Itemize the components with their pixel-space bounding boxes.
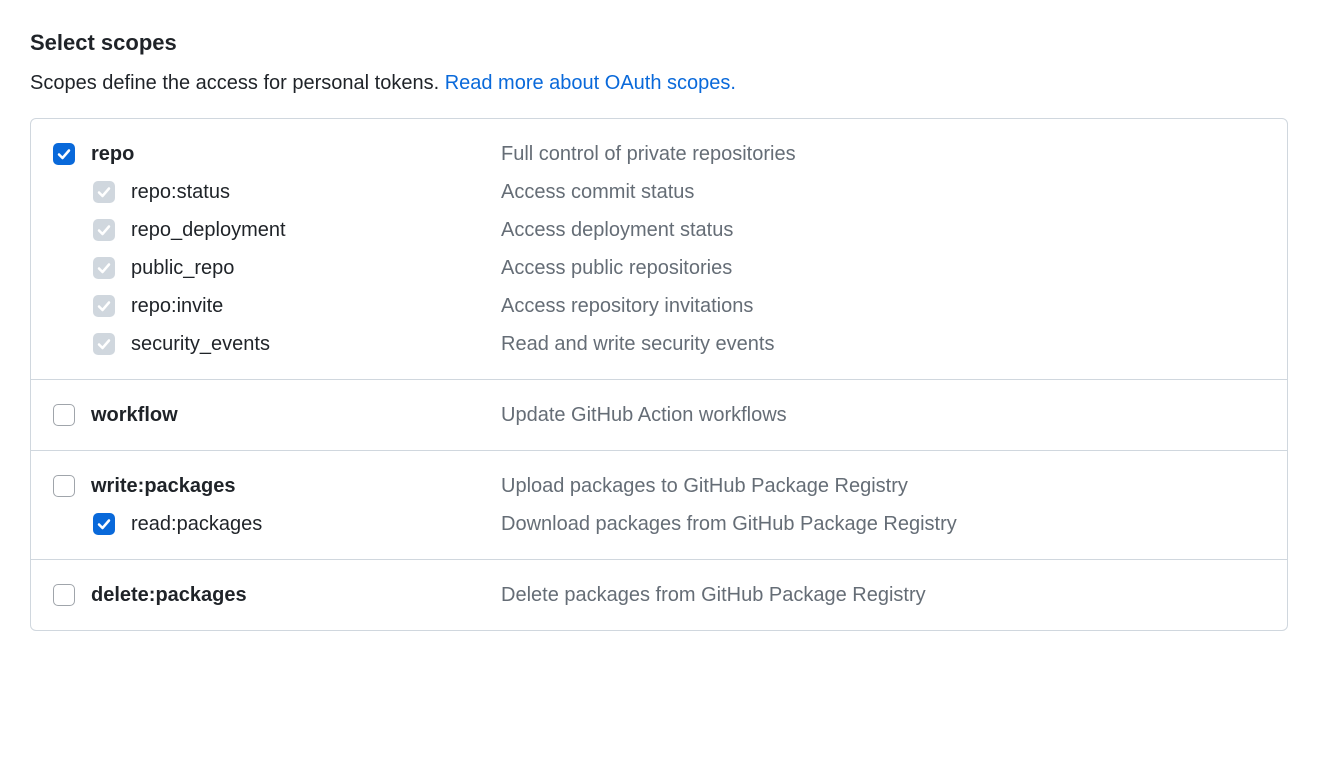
- scope-description: Access public repositories: [501, 257, 732, 280]
- scope-label-col: delete:packages: [91, 584, 501, 607]
- scope-row: read:packages Download packages from GitH…: [51, 505, 1267, 543]
- scope-label: repo:invite: [131, 295, 223, 317]
- scope-description: Read and write security events: [501, 333, 774, 356]
- checkbox-wrap: [91, 331, 117, 357]
- description-text: Scopes define the access for personal to…: [30, 72, 445, 94]
- scope-label-col: workflow: [91, 404, 501, 427]
- scope-description: Update GitHub Action workflows: [501, 404, 787, 427]
- scope-label: workflow: [91, 404, 178, 426]
- checkbox-wrap: [51, 473, 77, 499]
- scope-label-col: read:packages: [131, 513, 501, 536]
- checkbox-wrap: [91, 511, 117, 537]
- scope-label-col: write:packages: [91, 475, 501, 498]
- scope-label-col: repo_deployment: [131, 219, 501, 242]
- checkbox-repo-0: [93, 181, 115, 203]
- scope-label: public_repo: [131, 257, 234, 279]
- oauth-scopes-link[interactable]: Read more about OAuth scopes.: [445, 72, 736, 94]
- scope-label: repo_deployment: [131, 219, 286, 241]
- scope-row: repo Full control of private repositories: [51, 135, 1267, 173]
- scope-row: workflow Update GitHub Action workflows: [51, 396, 1267, 434]
- scope-description: Delete packages from GitHub Package Regi…: [501, 584, 926, 607]
- scope-label: security_events: [131, 333, 270, 355]
- checkbox-wrap: [51, 582, 77, 608]
- checkbox-workflow[interactable]: [53, 404, 75, 426]
- scope-container: repo Full control of private repositories…: [30, 118, 1288, 631]
- scope-label-col: repo:invite: [131, 295, 501, 318]
- scope-description: Access commit status: [501, 181, 694, 204]
- scope-label: read:packages: [131, 513, 262, 535]
- checkbox-write-packages-0[interactable]: [93, 513, 115, 535]
- scope-label-col: security_events: [131, 333, 501, 356]
- scope-description: Access repository invitations: [501, 295, 753, 318]
- scope-label-col: repo:status: [131, 181, 501, 204]
- scope-row: repo_deployment Access deployment status: [51, 211, 1267, 249]
- checkbox-repo-1: [93, 219, 115, 241]
- scope-row: security_events Read and write security e…: [51, 325, 1267, 363]
- checkbox-wrap: [91, 179, 117, 205]
- checkbox-repo-3: [93, 295, 115, 317]
- checkbox-repo-2: [93, 257, 115, 279]
- scope-label-col: repo: [91, 143, 501, 166]
- scope-row: write:packages Upload packages to GitHub …: [51, 467, 1267, 505]
- checkbox-wrap: [51, 141, 77, 167]
- scope-label: repo:status: [131, 181, 230, 203]
- scope-description: Access deployment status: [501, 219, 733, 242]
- checkbox-repo-4: [93, 333, 115, 355]
- scope-row: delete:packages Delete packages from GitH…: [51, 576, 1267, 614]
- scope-row: repo:invite Access repository invitations: [51, 287, 1267, 325]
- scope-label: delete:packages: [91, 584, 247, 606]
- section-description: Scopes define the access for personal to…: [30, 68, 1288, 98]
- scope-group-workflow: workflow Update GitHub Action workflows: [31, 380, 1287, 451]
- scope-description: Download packages from GitHub Package Re…: [501, 513, 957, 536]
- scope-label: repo: [91, 143, 134, 165]
- scope-description: Upload packages to GitHub Package Regist…: [501, 475, 908, 498]
- scope-group-repo: repo Full control of private repositories…: [31, 119, 1287, 380]
- checkbox-wrap: [91, 293, 117, 319]
- scope-label-col: public_repo: [131, 257, 501, 280]
- section-title: Select scopes: [30, 30, 1288, 56]
- scope-description: Full control of private repositories: [501, 143, 796, 166]
- scope-label: write:packages: [91, 475, 236, 497]
- checkbox-wrap: [91, 217, 117, 243]
- checkbox-wrap: [91, 255, 117, 281]
- scope-row: repo:status Access commit status: [51, 173, 1267, 211]
- checkbox-delete-packages[interactable]: [53, 584, 75, 606]
- scope-group-delete-packages: delete:packages Delete packages from GitH…: [31, 560, 1287, 630]
- scope-row: public_repo Access public repositories: [51, 249, 1267, 287]
- checkbox-repo[interactable]: [53, 143, 75, 165]
- scope-group-write-packages: write:packages Upload packages to GitHub …: [31, 451, 1287, 560]
- checkbox-write-packages[interactable]: [53, 475, 75, 497]
- checkbox-wrap: [51, 402, 77, 428]
